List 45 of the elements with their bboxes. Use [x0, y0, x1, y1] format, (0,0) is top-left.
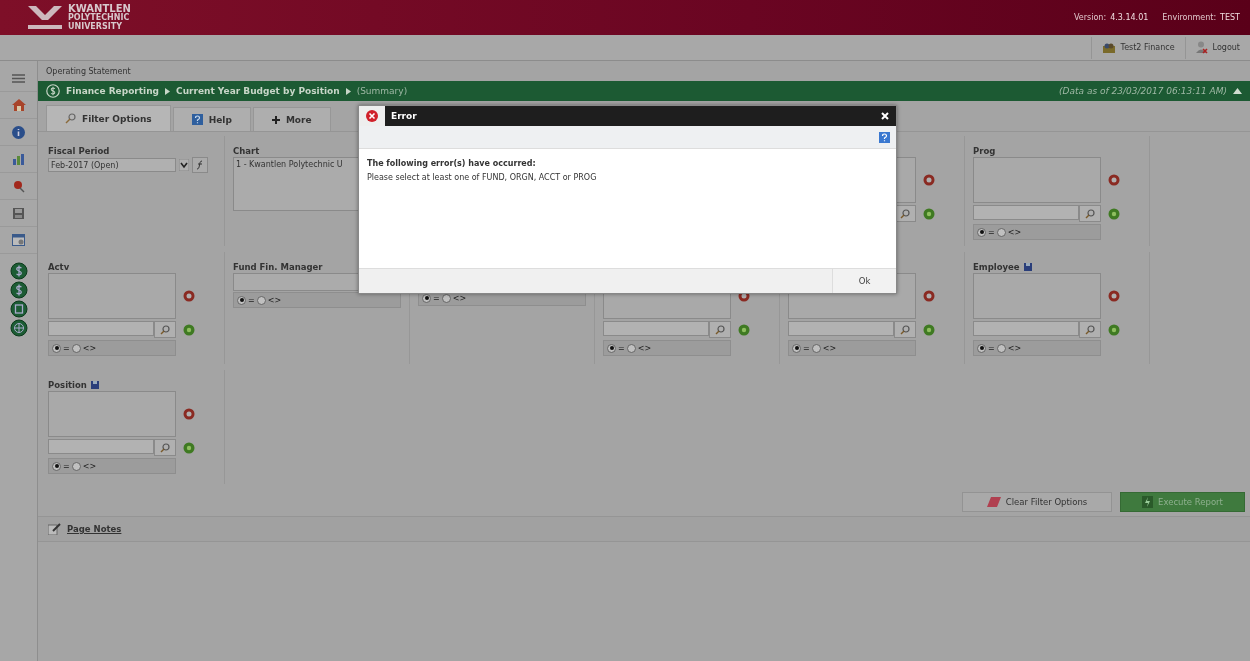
data-timestamp: (Data as of 23/03/2017 06:13:11 AM) — [1059, 86, 1227, 96]
version-value: 4.3.14.01 — [1110, 13, 1149, 22]
radio-label: <> — [1007, 343, 1022, 353]
radio-label: = — [988, 343, 995, 353]
logout-button[interactable]: Logout — [1184, 36, 1250, 59]
environment-label: Environment: — [1162, 13, 1217, 22]
fiscal-period-select[interactable]: Feb-2017 (Open) — [48, 158, 176, 172]
error-message: Please select at least one of FUND, ORGN, ACCT or PROG — [367, 173, 598, 182]
radio-label: <> — [452, 293, 467, 303]
dialog-title: Error — [385, 106, 874, 126]
page-notes-link[interactable]: Page Notes — [67, 524, 122, 534]
filter-label: Actv — [48, 261, 70, 272]
radio-label: = — [618, 343, 625, 353]
filter-label: Fiscal Period — [48, 145, 110, 156]
radio-label: = — [63, 461, 70, 471]
radio-label: = — [248, 295, 255, 305]
tab[interactable]: Help — [172, 107, 251, 131]
radio-label: <> — [82, 461, 97, 471]
user-button[interactable]: Test2 Finance — [1090, 36, 1185, 59]
filter-label: Fund Fin. Manager — [233, 261, 323, 272]
radio-label: = — [63, 343, 70, 353]
filter-label: Prog — [973, 145, 996, 156]
list-item[interactable]: 1 - Kwantlen Polytechnic U — [236, 160, 360, 169]
radio-label: <> — [822, 343, 837, 353]
radio-label: <> — [82, 343, 97, 353]
radio-label: = — [988, 227, 995, 237]
radio-label: = — [433, 293, 440, 303]
breadcrumb-item[interactable]: Current Year Budget by Position — [176, 86, 340, 96]
radio-label: = — [803, 343, 810, 353]
breadcrumb-item[interactable]: Finance Reporting — [66, 86, 160, 96]
environment-value: TEST — [1220, 13, 1240, 22]
filter-label: Chart — [233, 145, 260, 156]
clear-filter-button[interactable]: Clear Filter Options — [962, 492, 1112, 512]
radio-label: <> — [1007, 227, 1022, 237]
tab[interactable]: Filter Options — [46, 105, 171, 131]
error-heading: The following error(s) have occurred: — [367, 159, 537, 168]
version-label: Version: — [1074, 13, 1107, 22]
page-title: Operating Statement — [46, 66, 131, 76]
filter-label: Position — [48, 379, 87, 390]
radio-label: <> — [267, 295, 282, 305]
radio-label: <> — [637, 343, 652, 353]
logo-text: KWANTLEN POLYTECHNIC UNIVERSITY — [68, 4, 131, 31]
breadcrumb-item[interactable]: (Summary) — [356, 86, 408, 96]
tab[interactable]: More — [252, 107, 331, 131]
filter-label: Employee — [973, 261, 1020, 272]
